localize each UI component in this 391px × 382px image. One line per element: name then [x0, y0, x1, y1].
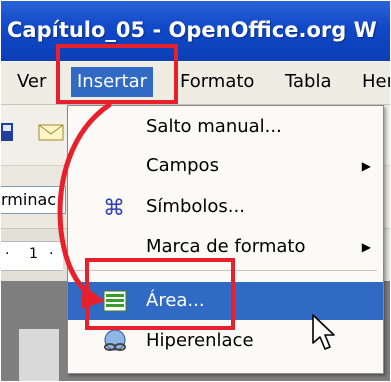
email-icon[interactable]: [37, 121, 65, 143]
save-icon[interactable]: [1, 121, 15, 143]
menu-tabla[interactable]: Tabla: [285, 70, 332, 94]
menu-item-salto-manual[interactable]: Salto manual...: [68, 108, 383, 146]
app-window: Capítulo_05 - OpenOffice.org W Ver Inser…: [1, 1, 390, 381]
menu-item-label: Salto manual...: [146, 116, 282, 137]
mouse-pointer-icon: [312, 314, 335, 350]
annotation-box-insertar: [56, 44, 178, 104]
annotation-box-area: [85, 258, 235, 330]
window-title: Capítulo_05 - OpenOffice.org W: [7, 18, 377, 42]
menu-item-label: Campos: [146, 155, 219, 176]
submenu-arrow-icon: ▶: [361, 159, 371, 173]
hyperlink-icon: [104, 329, 126, 351]
submenu-arrow-icon: ▶: [361, 240, 371, 254]
horizontal-ruler: · 1 ·: [1, 241, 63, 271]
menu-item-label: Hiperenlace: [146, 330, 254, 351]
svg-text:⌘: ⌘: [103, 196, 125, 220]
menu-item-label: Símbolos...: [146, 196, 245, 217]
ruler-tick: 1: [29, 246, 38, 262]
menu-item-simbolos[interactable]: ⌘ Símbolos...: [68, 188, 383, 226]
menu-item-label: Marca de formato: [146, 236, 306, 257]
menu-item-campos[interactable]: Campos ▶: [68, 147, 383, 185]
ruler-tick: ·: [49, 246, 54, 262]
menu-formato[interactable]: Formato: [180, 70, 254, 94]
document-page: [19, 329, 59, 381]
paragraph-style-select[interactable]: rminac: [1, 186, 66, 214]
menu-herramientas[interactable]: Her: [362, 70, 390, 94]
menu-ver[interactable]: Ver: [17, 70, 46, 94]
ruler-tick: ·: [5, 246, 10, 262]
symbol-icon: ⌘: [103, 196, 125, 220]
